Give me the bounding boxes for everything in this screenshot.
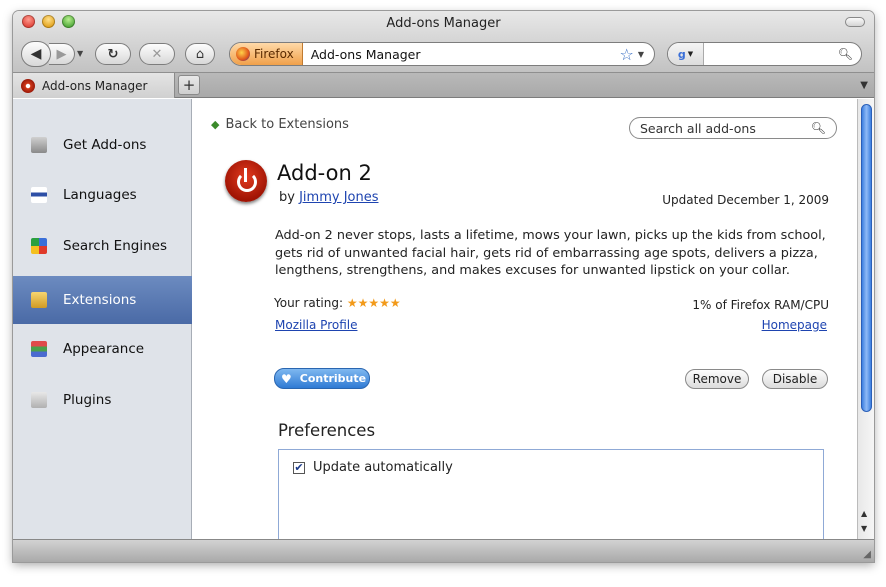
history-dropdown-icon[interactable]: ▼ xyxy=(77,49,83,58)
tab-addons-manager[interactable]: Add-ons Manager xyxy=(13,73,175,98)
preferences-panel: ✔ Update automatically xyxy=(278,449,824,539)
pref-label: Update automatically xyxy=(313,460,453,475)
sidebar-item-label: Languages xyxy=(63,187,137,203)
scroll-up-icon[interactable]: ▲ xyxy=(861,509,867,518)
google-icon: g xyxy=(677,47,686,61)
browser-window: Add-ons Manager ▶ ◀ ▼ ↻ ✕ ⌂ Firefox Add-… xyxy=(13,11,874,562)
search-icon[interactable]: 🔍︎ xyxy=(811,121,826,135)
toolbar-toggle-button[interactable] xyxy=(845,17,865,27)
new-tab-button[interactable]: + xyxy=(178,75,200,95)
url-input[interactable]: Add-ons Manager xyxy=(303,47,620,62)
contribute-label: Contribute xyxy=(299,372,367,385)
search-addons-placeholder: Search all add-ons xyxy=(640,120,756,136)
rating-row: Your rating: ★★★★★ xyxy=(274,296,401,310)
firefox-icon xyxy=(236,47,250,61)
reload-icon: ↻ xyxy=(107,46,119,62)
stop-button[interactable]: ✕ xyxy=(139,43,175,65)
scroll-down-icon[interactable]: ▼ xyxy=(861,524,867,533)
resize-grip-icon[interactable]: ◢ xyxy=(863,549,871,560)
sidebar-item-extensions[interactable]: Extensions xyxy=(13,276,192,324)
site-identity-button[interactable]: Firefox xyxy=(230,43,303,65)
url-dropdown-icon[interactable]: ▼ xyxy=(638,50,644,59)
contribute-button[interactable]: ♥ Contribute xyxy=(274,368,370,389)
back-arrow-icon: ◆ xyxy=(211,118,220,131)
home-button[interactable]: ⌂ xyxy=(185,43,215,65)
remove-button[interactable]: Remove xyxy=(685,369,749,389)
sidebar-item-label: Get Add-ons xyxy=(63,137,147,153)
url-bar[interactable]: Firefox Add-ons Manager ☆ ▼ xyxy=(229,42,655,66)
search-icon[interactable]: 🔍︎ xyxy=(838,47,853,61)
addon-name: Add-on 2 xyxy=(277,161,372,185)
addon-byline: by Jimmy Jones xyxy=(279,190,379,205)
sidebar-item-label: Search Engines xyxy=(63,238,167,254)
mozilla-profile-link[interactable]: Mozilla Profile xyxy=(275,318,357,332)
sidebar-item-languages[interactable]: Languages xyxy=(13,171,192,219)
status-bar: ◢ xyxy=(13,539,874,562)
back-to-extensions-link[interactable]: ◆ Back to Extensions xyxy=(211,117,349,132)
sidebar-item-label: Plugins xyxy=(63,392,112,408)
pref-update-automatically[interactable]: ✔ Update automatically xyxy=(293,460,453,475)
back-link-label: Back to Extensions xyxy=(225,117,349,132)
search-engines-icon xyxy=(31,238,47,254)
reload-button[interactable]: ↻ xyxy=(95,43,131,65)
search-addons-input[interactable]: Search all add-ons 🔍︎ xyxy=(629,117,837,139)
appearance-icon xyxy=(31,341,47,357)
resource-usage: 1% of Firefox RAM/CPU xyxy=(692,298,829,312)
sidebar-item-plugins[interactable]: Plugins xyxy=(13,376,192,424)
languages-icon xyxy=(31,187,47,203)
sidebar-item-label: Extensions xyxy=(63,292,137,308)
sidebar-item-search-engines[interactable]: Search Engines xyxy=(13,222,192,270)
heart-icon: ♥ xyxy=(281,371,292,386)
disable-button[interactable]: Disable xyxy=(762,369,828,389)
power-icon xyxy=(225,160,267,202)
tab-list-icon[interactable]: ▼ xyxy=(860,80,868,91)
author-link[interactable]: Jimmy Jones xyxy=(299,190,378,205)
addon-description: Add-on 2 never stops, lasts a lifetime, … xyxy=(275,228,826,278)
tab-strip: Add-ons Manager + ▼ xyxy=(13,73,874,98)
sidebar-item-get-addons[interactable]: Get Add-ons xyxy=(13,121,192,169)
rating-stars[interactable]: ★★★★★ xyxy=(347,296,401,310)
identity-label: Firefox xyxy=(254,47,294,61)
back-button[interactable]: ◀ xyxy=(21,41,51,67)
sidebar-item-label: Appearance xyxy=(63,341,145,357)
rating-label: Your rating: xyxy=(274,296,344,310)
home-icon: ⌂ xyxy=(195,46,205,62)
forward-icon: ▶ xyxy=(56,46,67,62)
title-toolbar: Add-ons Manager ▶ ◀ ▼ ↻ ✕ ⌂ Firefox Add-… xyxy=(13,11,874,73)
by-prefix: by xyxy=(279,190,295,205)
vertical-scrollbar[interactable]: ▲ ▼ xyxy=(857,99,874,539)
updated-date: Updated December 1, 2009 xyxy=(662,193,829,207)
bookmark-star-icon[interactable]: ☆ xyxy=(620,45,634,64)
sidebar-item-appearance[interactable]: Appearance xyxy=(13,325,192,373)
search-engine-button[interactable]: g ▼ xyxy=(668,43,704,65)
stop-icon: ✕ xyxy=(151,46,163,62)
addons-tab-icon xyxy=(21,78,35,93)
get-addons-icon xyxy=(31,137,47,153)
scrollbar-thumb[interactable] xyxy=(861,104,872,412)
category-sidebar: Get Add-ons Languages Search Engines Ext… xyxy=(13,99,192,539)
back-icon: ◀ xyxy=(30,46,42,62)
update-automatically-checkbox[interactable]: ✔ xyxy=(293,461,305,474)
forward-button[interactable]: ▶ xyxy=(49,43,75,65)
homepage-link[interactable]: Homepage xyxy=(762,318,827,332)
window-title: Add-ons Manager xyxy=(386,16,501,31)
plugins-icon xyxy=(31,392,47,408)
web-search-bar[interactable]: g ▼ 🔍︎ xyxy=(667,42,862,66)
extensions-icon xyxy=(31,292,47,308)
tab-label: Add-ons Manager xyxy=(42,78,148,93)
preferences-title: Preferences xyxy=(278,421,376,440)
addon-detail-view: ◆ Back to Extensions Search all add-ons 🔍… xyxy=(193,99,857,539)
